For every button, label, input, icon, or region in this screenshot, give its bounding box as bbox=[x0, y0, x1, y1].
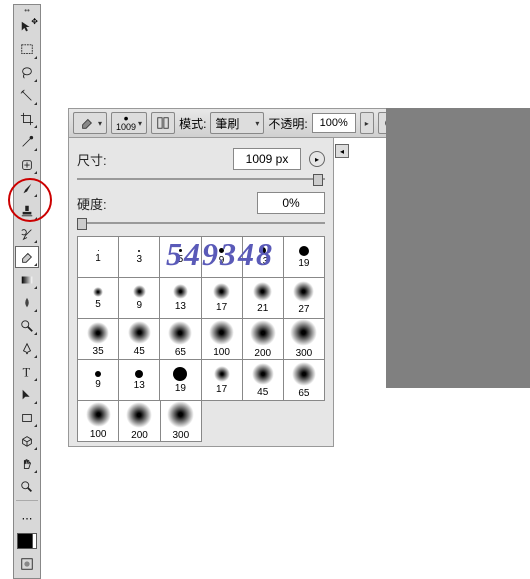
size-slider[interactable] bbox=[77, 174, 325, 184]
preset-s45[interactable]: 45 bbox=[119, 319, 160, 360]
opacity-label: 不透明: bbox=[268, 115, 307, 132]
preset-9[interactable]: 9 bbox=[202, 237, 243, 278]
marquee-tool[interactable] bbox=[15, 39, 39, 61]
edit-toolbar[interactable]: ⋯ bbox=[15, 507, 39, 529]
preset-13[interactable]: 13 bbox=[243, 237, 284, 278]
preset-19[interactable]: 19 bbox=[284, 237, 325, 278]
preset-1[interactable]: 1 bbox=[78, 237, 119, 278]
preset-3[interactable]: 3 bbox=[119, 237, 160, 278]
shape-tool[interactable] bbox=[15, 407, 39, 429]
preset-m17[interactable]: 17 bbox=[202, 360, 243, 401]
preset-h13[interactable]: 13 bbox=[119, 360, 160, 401]
hand-tool[interactable] bbox=[15, 453, 39, 475]
toolbox: •• ✥ T ⋯ bbox=[13, 4, 41, 579]
preset-s200[interactable]: 200 bbox=[243, 319, 284, 360]
preset-m100[interactable]: 100 bbox=[78, 401, 119, 442]
preset-s5[interactable]: 5 bbox=[78, 278, 119, 319]
eyedropper-tool[interactable] bbox=[15, 131, 39, 153]
preset-s27[interactable]: 27 bbox=[284, 278, 325, 319]
svg-text:T: T bbox=[23, 365, 31, 379]
stamp-tool[interactable] bbox=[15, 200, 39, 222]
healing-tool[interactable] bbox=[15, 154, 39, 176]
preset-s65[interactable]: 65 bbox=[160, 319, 201, 360]
preset-5[interactable]: 5 bbox=[160, 237, 201, 278]
quick-mask[interactable] bbox=[15, 553, 39, 575]
preset-s100[interactable]: 100 bbox=[202, 319, 243, 360]
preset-h9[interactable]: 9 bbox=[78, 360, 119, 401]
history-brush-tool[interactable] bbox=[15, 223, 39, 245]
gradient-tool[interactable] bbox=[15, 269, 39, 291]
options-panel: ▾ •1009 ▾ 模式: 筆刷▾ 不透明: ▸ 流量: ▸ ◂ 尺寸: ▸ bbox=[68, 108, 518, 447]
mode-select[interactable]: 筆刷▾ bbox=[210, 112, 264, 134]
type-tool[interactable]: T bbox=[15, 361, 39, 383]
brush-preset-picker[interactable]: •1009 ▾ bbox=[111, 112, 147, 134]
preset-s13[interactable]: 13 bbox=[160, 278, 201, 319]
pen-tool[interactable] bbox=[15, 338, 39, 360]
brush-presets-grid: 1 3 5 9 13 19 5 9 13 17 21 27 35 45 65 1… bbox=[77, 236, 325, 401]
3d-tool[interactable] bbox=[15, 430, 39, 452]
preset-m45[interactable]: 45 bbox=[243, 360, 284, 401]
preset-s17[interactable]: 17 bbox=[202, 278, 243, 319]
brush-panel-toggle[interactable] bbox=[151, 112, 175, 134]
toolbox-grip[interactable]: •• bbox=[14, 7, 40, 15]
size-label: 尺寸: bbox=[77, 150, 233, 169]
crop-tool[interactable] bbox=[15, 108, 39, 130]
preset-m300[interactable]: 300 bbox=[161, 401, 202, 442]
color-swatches[interactable] bbox=[17, 531, 37, 551]
hardness-input[interactable] bbox=[257, 192, 325, 214]
size-input[interactable] bbox=[233, 148, 301, 170]
blur-tool[interactable] bbox=[15, 292, 39, 314]
hardness-slider[interactable] bbox=[77, 218, 325, 228]
preset-m200[interactable]: 200 bbox=[119, 401, 160, 442]
preset-m65[interactable]: 65 bbox=[284, 360, 325, 401]
preset-s9[interactable]: 9 bbox=[119, 278, 160, 319]
size-reset[interactable]: ▸ bbox=[309, 151, 325, 167]
path-select-tool[interactable] bbox=[15, 384, 39, 406]
preset-h19[interactable]: 19 bbox=[160, 360, 201, 401]
eraser-tool[interactable] bbox=[15, 246, 39, 268]
canvas-area[interactable] bbox=[386, 108, 530, 388]
lasso-tool[interactable] bbox=[15, 62, 39, 84]
mode-label: 模式: bbox=[179, 115, 206, 132]
wand-tool[interactable] bbox=[15, 85, 39, 107]
hardness-label: 硬度: bbox=[77, 194, 257, 213]
preset-s300[interactable]: 300 bbox=[284, 319, 325, 360]
brush-preset-panel: ◂ 尺寸: ▸ 硬度: 1 3 5 9 13 19 5 9 13 bbox=[68, 138, 334, 447]
opacity-input[interactable] bbox=[312, 113, 356, 133]
zoom-tool[interactable] bbox=[15, 476, 39, 498]
preset-s21[interactable]: 21 bbox=[243, 278, 284, 319]
brush-tool[interactable] bbox=[15, 177, 39, 199]
tool-preset-picker[interactable]: ▾ bbox=[73, 112, 107, 134]
dodge-tool[interactable] bbox=[15, 315, 39, 337]
opacity-dropdown[interactable]: ▸ bbox=[360, 112, 374, 134]
preset-s35[interactable]: 35 bbox=[78, 319, 119, 360]
panel-flyout[interactable]: ◂ bbox=[335, 144, 349, 158]
move-tool[interactable]: ✥ bbox=[15, 16, 39, 38]
